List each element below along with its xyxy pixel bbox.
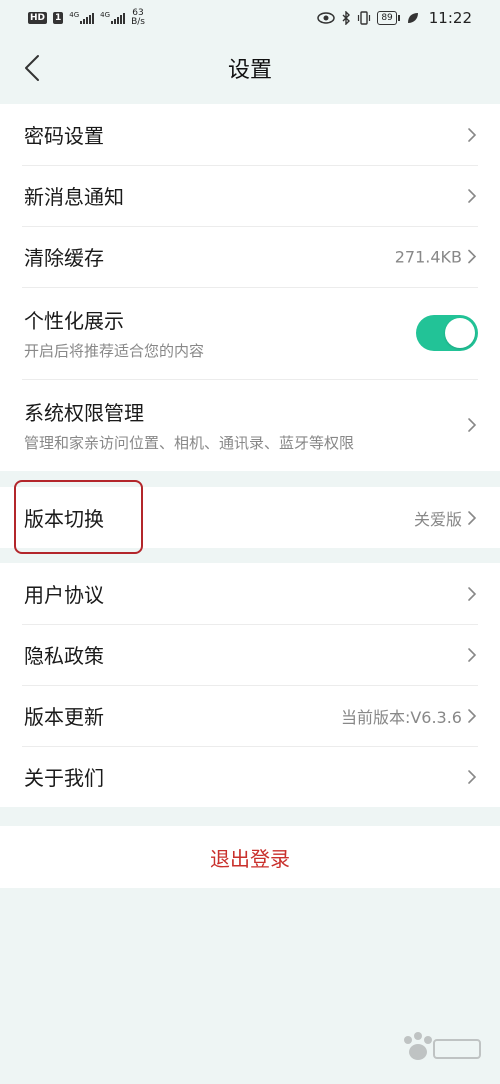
nav-bar: 设置	[0, 36, 500, 100]
current-version-value: 当前版本:V6.3.6	[340, 707, 462, 727]
sim-badge: 1	[53, 12, 64, 24]
settings-group-3: 用户协议 隐私政策 版本更新 当前版本:V6.3.6 关于我们	[0, 563, 500, 807]
row-right	[466, 126, 478, 144]
signal-2-label: 4G	[100, 11, 111, 19]
row-label: 版本更新	[24, 705, 104, 729]
row-right	[416, 315, 478, 351]
chevron-right-icon	[468, 586, 477, 601]
chevron-left-icon[interactable]	[18, 52, 50, 84]
hd-badge: HD	[28, 12, 48, 24]
row-right: 当前版本:V6.3.6	[341, 704, 478, 728]
row-right	[466, 768, 478, 786]
row-personalized-display: 个性化展示 开启后将推荐适合您的内容	[0, 287, 500, 379]
chevron-right-icon	[468, 510, 477, 525]
battery-icon: 89	[377, 11, 401, 25]
chevron-right-icon	[468, 769, 477, 784]
eye-icon	[317, 12, 336, 24]
row-privacy-policy[interactable]: 隐私政策	[0, 624, 500, 685]
version-mode-value: 关爱版	[413, 509, 462, 529]
page-title: 设置	[227, 58, 272, 83]
row-clear-cache[interactable]: 清除缓存 271.4KB	[0, 226, 500, 287]
annotation-highlight-box	[14, 480, 143, 554]
row-new-message-notice[interactable]: 新消息通知	[0, 165, 500, 226]
cache-size: 271.4KB	[394, 247, 462, 266]
personalized-display-toggle[interactable]	[416, 315, 478, 351]
row-label: 用户协议	[24, 583, 104, 607]
row-about-us[interactable]: 关于我们	[0, 746, 500, 807]
row-right	[466, 416, 478, 434]
row-label: 密码设置	[24, 124, 104, 148]
row-label: 系统权限管理	[24, 401, 144, 425]
row-label: 清除缓存	[24, 246, 104, 270]
row-version-update[interactable]: 版本更新 当前版本:V6.3.6	[0, 685, 500, 746]
row-right	[466, 585, 478, 603]
chevron-right-icon	[468, 249, 477, 264]
row-right	[466, 646, 478, 664]
logout-label: 退出登录	[210, 846, 290, 871]
chevron-right-icon	[468, 708, 477, 723]
signal-1-icon: 4G	[69, 11, 95, 24]
chevron-right-icon	[468, 647, 477, 662]
status-bar: HD 1 4G 4G 63 B/s 89 11:22	[0, 0, 500, 36]
row-sublabel: 管理和家亲访问位置、相机、通讯录、蓝牙等权限	[24, 434, 355, 452]
leaf-icon	[407, 13, 418, 23]
row-label: 新消息通知	[24, 185, 124, 209]
baidu-jingyan-watermark-icon	[404, 1032, 481, 1060]
row-system-permissions[interactable]: 系统权限管理 管理和家亲访问位置、相机、通讯录、蓝牙等权限	[0, 379, 500, 471]
status-right: 89 11:22	[317, 9, 472, 27]
status-left: HD 1 4G 4G 63 B/s	[28, 9, 145, 27]
network-speed: 63 B/s	[131, 9, 145, 27]
bluetooth-icon	[342, 11, 351, 25]
signal-2-icon: 4G	[100, 11, 126, 24]
chevron-right-icon	[468, 127, 477, 142]
vibrate-icon	[358, 11, 371, 25]
row-label: 隐私政策	[24, 644, 104, 668]
row-right: 271.4KB	[395, 247, 478, 266]
signal-1-label: 4G	[69, 11, 80, 19]
row-user-agreement[interactable]: 用户协议	[0, 563, 500, 624]
logout-button[interactable]: 退出登录	[0, 826, 500, 888]
row-label: 个性化展示	[24, 309, 124, 333]
row-right: 关爱版	[414, 506, 478, 530]
row-right	[466, 187, 478, 205]
row-password-settings[interactable]: 密码设置	[0, 104, 500, 165]
chevron-right-icon	[468, 418, 477, 432]
status-time: 11:22	[428, 9, 472, 27]
chevron-right-icon	[468, 188, 477, 203]
settings-group-1: 密码设置 新消息通知 清除缓存 271.4KB 个性化展示 开启后将推荐适合您的…	[0, 104, 500, 471]
row-label: 关于我们	[24, 766, 104, 790]
toggle-knob	[445, 318, 475, 348]
row-sublabel: 开启后将推荐适合您的内容	[24, 342, 205, 360]
network-speed-unit: B/s	[131, 17, 145, 27]
